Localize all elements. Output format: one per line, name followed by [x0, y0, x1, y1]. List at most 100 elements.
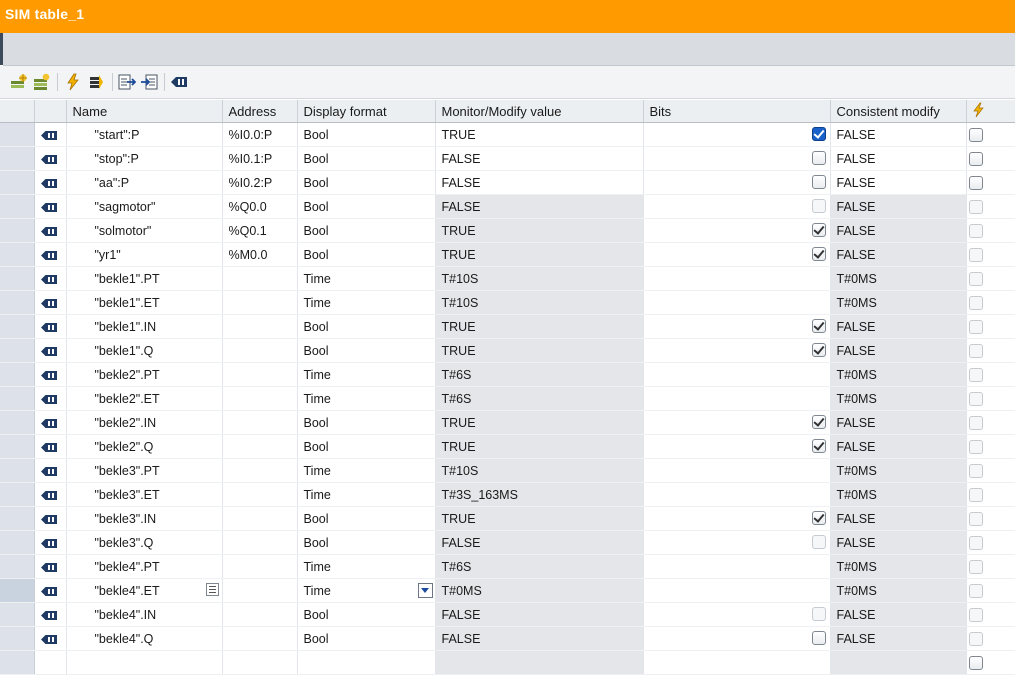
header-consistent-modify[interactable]: Consistent modify: [830, 100, 967, 123]
header-bits[interactable]: Bits: [643, 100, 831, 123]
table-row[interactable]: "start":P %I0.0:P Bool TRUE FALSE: [0, 122, 1015, 147]
flash-cell[interactable]: [966, 146, 1015, 171]
modify-checkbox[interactable]: [968, 487, 983, 502]
table-row[interactable]: "bekle2".IN Bool TRUE FALSE: [0, 410, 1015, 435]
display-format-cell[interactable]: Bool: [297, 122, 436, 147]
bits-cell[interactable]: [643, 506, 831, 531]
address-cell[interactable]: [222, 314, 298, 339]
flash-cell[interactable]: [966, 458, 1015, 483]
consistent-modify-cell[interactable]: T#0MS: [830, 458, 967, 483]
name-cell[interactable]: "bekle2".PT: [66, 362, 223, 387]
flash-cell[interactable]: [966, 266, 1015, 291]
bit-checkbox[interactable]: [811, 631, 826, 645]
flash-cell[interactable]: [966, 434, 1015, 459]
bits-cell[interactable]: [643, 242, 831, 267]
bits-cell[interactable]: [643, 122, 831, 147]
row-selector[interactable]: [0, 242, 35, 267]
table-row[interactable]: "sagmotor" %Q0.0 Bool FALSE FALSE: [0, 194, 1015, 219]
flash-cell[interactable]: [966, 338, 1015, 363]
flash-cell[interactable]: [966, 482, 1015, 507]
row-selector[interactable]: [0, 602, 35, 627]
bits-cell[interactable]: [643, 170, 831, 195]
list-icon[interactable]: [205, 583, 219, 596]
bits-cell[interactable]: [643, 362, 831, 387]
table-row[interactable]: "aa":P %I0.2:P Bool FALSE FALSE: [0, 170, 1015, 195]
name-cell[interactable]: "bekle3".PT: [66, 458, 223, 483]
address-cell[interactable]: [222, 602, 298, 627]
bit-checkbox[interactable]: [811, 415, 826, 429]
name-cell[interactable]: "bekle4".PT: [66, 554, 223, 579]
consistent-modify-cell[interactable]: FALSE: [830, 170, 967, 195]
modify-checkbox[interactable]: [968, 295, 983, 310]
address-cell[interactable]: [222, 578, 298, 603]
table-row[interactable]: "bekle1".Q Bool TRUE FALSE: [0, 338, 1015, 363]
table-row[interactable]: "bekle3".IN Bool TRUE FALSE: [0, 506, 1015, 531]
table-row[interactable]: "bekle4".PT Time T#6S T#0MS: [0, 554, 1015, 579]
address-cell[interactable]: %I0.2:P: [222, 170, 298, 195]
consistent-modify-cell[interactable]: T#0MS: [830, 362, 967, 387]
monitor-value-cell[interactable]: FALSE: [435, 194, 644, 219]
monitor-value-cell[interactable]: T#6S: [435, 554, 644, 579]
name-cell[interactable]: "bekle4".IN: [66, 602, 223, 627]
address-cell[interactable]: [222, 530, 298, 555]
table-row[interactable]: "bekle4".IN Bool FALSE FALSE: [0, 602, 1015, 627]
address-cell[interactable]: [222, 362, 298, 387]
address-cell[interactable]: [222, 458, 298, 483]
address-cell[interactable]: [222, 290, 298, 315]
address-cell[interactable]: %Q0.0: [222, 194, 298, 219]
display-format-cell[interactable]: Time: [297, 554, 436, 579]
display-format-cell[interactable]: Bool: [297, 218, 436, 243]
monitor-value-cell[interactable]: TRUE: [435, 338, 644, 363]
row-selector[interactable]: [0, 434, 35, 459]
row-selector[interactable]: [0, 626, 35, 651]
display-format-cell[interactable]: Time: [297, 482, 436, 507]
address-cell[interactable]: [222, 266, 298, 291]
modify-checkbox[interactable]: [968, 175, 983, 190]
consistent-modify-cell[interactable]: FALSE: [830, 506, 967, 531]
row-selector[interactable]: [0, 650, 35, 675]
bits-cell[interactable]: [643, 410, 831, 435]
name-cell[interactable]: "sagmotor": [66, 194, 223, 219]
consistent-modify-cell[interactable]: FALSE: [830, 338, 967, 363]
bit-checkbox[interactable]: [811, 151, 826, 165]
display-format-cell[interactable]: Bool: [297, 314, 436, 339]
flash-cell[interactable]: [966, 170, 1015, 195]
monitor-value-cell[interactable]: TRUE: [435, 506, 644, 531]
flash-cell[interactable]: [966, 554, 1015, 579]
name-cell[interactable]: "bekle1".Q: [66, 338, 223, 363]
bits-cell[interactable]: [643, 626, 831, 651]
monitor-value-cell[interactable]: FALSE: [435, 626, 644, 651]
table-row[interactable]: "bekle4".ET Time T#0MS T#0MS: [0, 578, 1015, 603]
empty-row[interactable]: [0, 650, 1015, 675]
monitor-value-cell[interactable]: TRUE: [435, 122, 644, 147]
consistent-modify-cell[interactable]: FALSE: [830, 410, 967, 435]
monitor-value-cell[interactable]: FALSE: [435, 170, 644, 195]
row-selector[interactable]: [0, 266, 35, 291]
modify-checkbox[interactable]: [968, 367, 983, 382]
table-row[interactable]: "yr1" %M0.0 Bool TRUE FALSE: [0, 242, 1015, 267]
monitor-value-cell[interactable]: T#6S: [435, 362, 644, 387]
row-selector[interactable]: [0, 290, 35, 315]
bit-checkbox[interactable]: [811, 319, 826, 333]
row-selector[interactable]: [0, 362, 35, 387]
row-selector[interactable]: [0, 194, 35, 219]
modify-checkbox[interactable]: [968, 343, 983, 358]
bits-cell[interactable]: [643, 194, 831, 219]
row-selector[interactable]: [0, 410, 35, 435]
name-cell[interactable]: "bekle1".IN: [66, 314, 223, 339]
flash-cell[interactable]: [966, 626, 1015, 651]
modify-checkbox[interactable]: [968, 199, 983, 214]
monitor-value-cell[interactable]: T#10S: [435, 266, 644, 291]
table-row[interactable]: "bekle4".Q Bool FALSE FALSE: [0, 626, 1015, 651]
monitor-value-cell[interactable]: TRUE: [435, 434, 644, 459]
consistent-modify-cell[interactable]: FALSE: [830, 194, 967, 219]
name-cell[interactable]: "bekle3".IN: [66, 506, 223, 531]
row-selector[interactable]: [0, 170, 35, 195]
bit-checkbox[interactable]: [811, 511, 826, 525]
row-selector[interactable]: [0, 218, 35, 243]
bits-cell[interactable]: [643, 482, 831, 507]
bits-cell[interactable]: [643, 386, 831, 411]
bits-cell[interactable]: [643, 290, 831, 315]
row-selector[interactable]: [0, 458, 35, 483]
empty-cell[interactable]: [66, 650, 223, 675]
